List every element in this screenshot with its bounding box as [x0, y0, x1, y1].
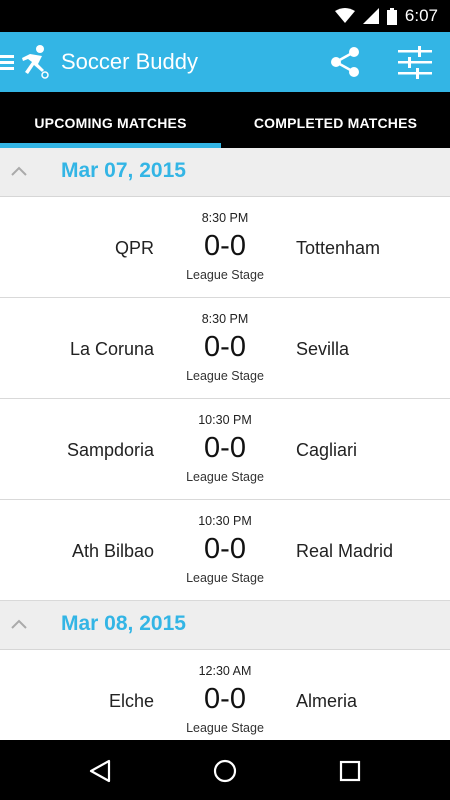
soccer-player-logo-icon [22, 45, 49, 79]
match-time: 8:30 PM [201, 211, 249, 225]
match-score: 0-0 [204, 331, 246, 363]
share-icon[interactable] [328, 45, 362, 79]
match-row[interactable]: 12:30 AM Elche 0-0 Almeria League Stage [0, 650, 450, 740]
app-bar: Soccer Buddy [0, 32, 450, 92]
group-date: Mar 07, 2015 [61, 159, 186, 182]
match-stage: League Stage [186, 369, 264, 383]
match-stage: League Stage [186, 571, 264, 585]
match-stage: League Stage [186, 470, 264, 484]
match-row[interactable]: 10:30 PM Ath Bilbao 0-0 Real Madrid Leag… [0, 500, 450, 601]
chevron-up-icon[interactable] [10, 165, 28, 177]
filter-settings-icon[interactable] [396, 45, 434, 79]
match-stage: League Stage [186, 268, 264, 282]
away-team: Sevilla [296, 339, 350, 359]
back-icon[interactable] [87, 758, 113, 784]
away-team: Almeria [296, 691, 358, 711]
away-team: Tottenham [296, 238, 381, 258]
status-bar: 6:07 [0, 0, 450, 32]
signal-icon [362, 8, 379, 24]
away-team: Cagliari [296, 440, 358, 460]
date-group-header[interactable]: Mar 08, 2015 [0, 601, 450, 650]
match-time: 12:30 AM [198, 664, 252, 678]
match-row[interactable]: 10:30 PM Sampdoria 0-0 Cagliari League S… [0, 399, 450, 500]
match-row[interactable]: 8:30 PM QPR 0-0 Tottenham League Stage [0, 197, 450, 298]
tab-completed-matches[interactable]: COMPLETED MATCHES [221, 92, 450, 148]
wifi-icon [334, 8, 355, 23]
away-team: Real Madrid [296, 541, 394, 561]
match-time: 8:30 PM [201, 312, 249, 326]
match-stage: League Stage [186, 721, 264, 735]
system-navigation-bar [0, 740, 450, 800]
home-icon[interactable] [212, 758, 238, 784]
tab-upcoming-matches[interactable]: UPCOMING MATCHES [0, 92, 221, 148]
match-time: 10:30 PM [198, 514, 252, 528]
match-score: 0-0 [204, 432, 246, 464]
match-row[interactable]: 8:30 PM La Coruna 0-0 Sevilla League Sta… [0, 298, 450, 399]
match-list[interactable]: Mar 07, 2015 8:30 PM QPR 0-0 Tottenham L… [0, 148, 450, 740]
date-group-header[interactable]: Mar 07, 2015 [0, 148, 450, 197]
status-time: 6:07 [404, 6, 438, 25]
tab-bar: UPCOMING MATCHES COMPLETED MATCHES [0, 92, 450, 148]
chevron-up-icon[interactable] [10, 618, 28, 630]
battery-icon [386, 7, 397, 25]
group-date: Mar 08, 2015 [61, 612, 186, 635]
menu-icon[interactable] [0, 50, 16, 74]
recent-apps-icon[interactable] [337, 758, 363, 784]
match-score: 0-0 [204, 683, 246, 715]
app-title: Soccer Buddy [61, 49, 198, 74]
match-time: 10:30 PM [198, 413, 252, 427]
match-score: 0-0 [204, 230, 246, 262]
